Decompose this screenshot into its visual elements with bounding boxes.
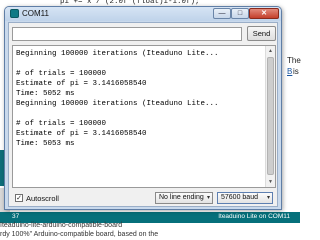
minimize-button[interactable]: — (213, 8, 231, 19)
line-ending-value: No line ending (159, 194, 204, 201)
send-button[interactable]: Send (247, 26, 276, 41)
scrollbar-thumb[interactable] (267, 57, 274, 175)
close-button[interactable]: ✕ (249, 8, 279, 19)
vertical-scrollbar[interactable]: ▲ ▼ (265, 46, 275, 187)
serial-output-lines: Beginning 100000 iterations (Iteaduno Li… (16, 49, 264, 149)
baud-rate-dropdown[interactable]: 57600 baud ▾ (217, 192, 273, 204)
serial-output-line: Beginning 100000 iterations (Iteaduno Li… (16, 100, 219, 108)
serial-output-area[interactable]: Beginning 100000 iterations (Iteaduno Li… (12, 45, 276, 188)
background-link-fragment[interactable]: B (287, 67, 292, 76)
background-text-line: Iteaduino-lite-arduino-compatible-board (0, 222, 123, 229)
serial-output-line: Time: 5053 ms (16, 140, 75, 148)
serial-output-line (16, 59, 264, 69)
serial-output-line: Estimate of pi = 3.1416058540 (16, 130, 147, 138)
serial-monitor-body: Send Beginning 100000 iterations (Iteadu… (8, 22, 278, 207)
ide-board-label: Iteaduino Lite on COM11 (218, 213, 290, 220)
ide-line-number: 37 (12, 213, 20, 220)
serial-output-line (16, 109, 264, 119)
chevron-down-icon: ▾ (206, 195, 210, 201)
serial-output-line: # of trials = 100000 (16, 120, 107, 128)
chevron-down-icon: ▾ (266, 195, 270, 201)
serial-output-line: Estimate of pi = 3.1416058540 (16, 80, 147, 88)
scroll-up-arrow-icon[interactable]: ▲ (266, 46, 275, 56)
background-text-fragment: is (293, 67, 299, 76)
scroll-down-arrow-icon[interactable]: ▼ (266, 177, 275, 187)
title-bar[interactable]: COM11 — □ ✕ (5, 7, 281, 21)
arduino-app-icon (10, 9, 19, 18)
baud-rate-value: 57600 baud (221, 194, 258, 201)
background-text-fragment: The (287, 56, 301, 65)
serial-output-line: # of trials = 100000 (16, 70, 107, 78)
window-title: COM11 (22, 9, 49, 18)
serial-output-line: Time: 5052 ms (16, 90, 75, 98)
autoscroll-label: Autoscroll (26, 194, 59, 203)
background-text-line: rdy 100%" Arduino-compatible board, base… (0, 231, 159, 238)
autoscroll-checkbox[interactable]: ✓ (15, 194, 23, 202)
line-ending-dropdown[interactable]: No line ending ▾ (155, 192, 213, 204)
serial-output-line: Beginning 100000 iterations (Iteaduno Li… (16, 50, 219, 58)
serial-monitor-footer: ✓ Autoscroll No line ending ▾ 57600 baud… (12, 191, 276, 205)
serial-monitor-window[interactable]: COM11 — □ ✕ Send Beginning 100000 iterat… (4, 6, 282, 210)
send-input[interactable] (12, 27, 242, 41)
maximize-button[interactable]: □ (231, 8, 249, 19)
